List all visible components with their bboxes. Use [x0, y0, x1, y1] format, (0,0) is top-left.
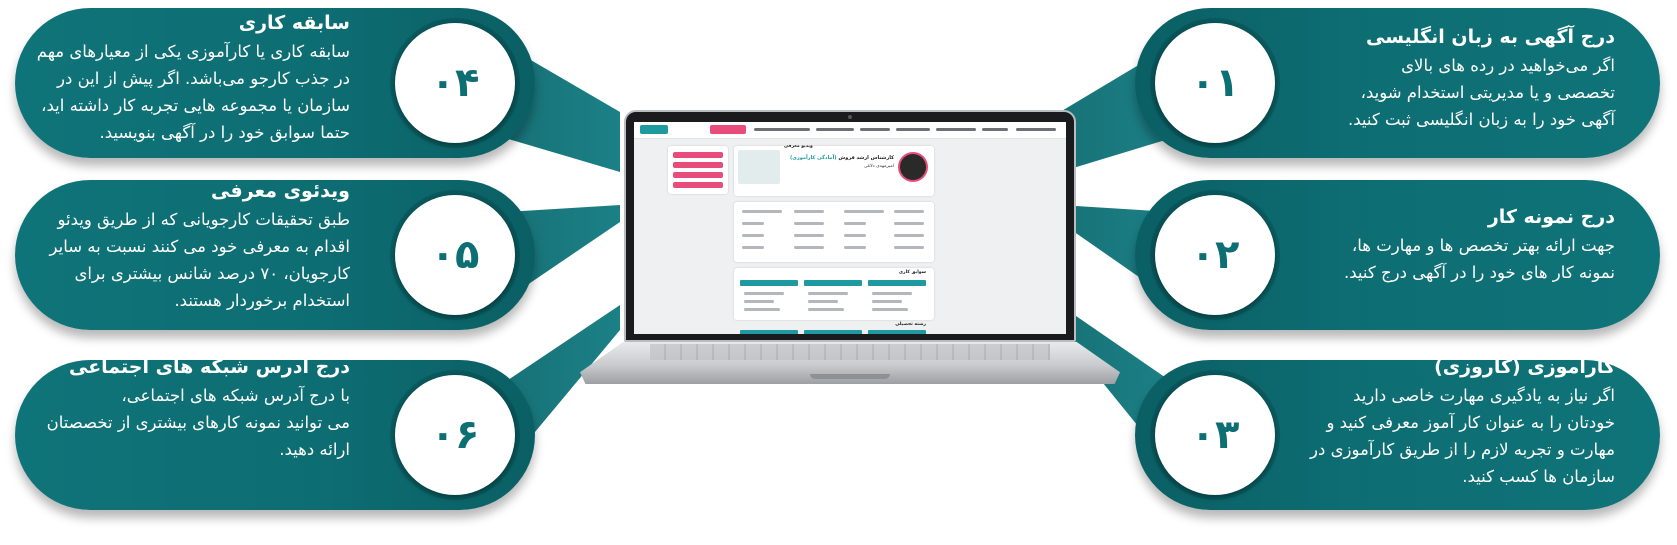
feature-line: آگهی خود را به زبان انگلیسی ثبت کنید. [1348, 110, 1615, 129]
mini-edu-label: رشته تحصیلی [895, 322, 926, 327]
feature-number: ۰۵ [430, 232, 480, 278]
mini-history-block: سوابق کاری [734, 268, 934, 320]
feature-line: ارائه دهید. [279, 440, 350, 459]
feature-card-06: ۰۶ درج آدرس شبکه های اجتماعی با درج آدرس… [15, 356, 535, 510]
mini-post-button [710, 125, 746, 134]
feature-line: سازمان ها کسب کنید. [1462, 467, 1615, 486]
feature-line: طبق تحقیقات کارجویانی که از طریق ویدئو [57, 210, 350, 229]
feature-line: اگر نیاز به یادگیری مهارت خاصی دارید [1353, 386, 1615, 405]
feature-number: ۰۲ [1190, 232, 1240, 278]
feature-line: در جذب کارجو می‌باشد. اگر پیش از این در [57, 69, 350, 88]
laptop-notch [810, 374, 890, 379]
feature-number: ۰۶ [430, 412, 480, 458]
feature-title: درج نمونه کار [1487, 206, 1615, 228]
feature-number: ۰۱ [1190, 60, 1240, 106]
mini-video-thumb [738, 150, 780, 184]
feature-line: سابقه کاری یا کارآموزی یکی از معیارهای م… [36, 42, 350, 61]
number-badge: ۰۳ [1155, 375, 1275, 495]
laptop-lid: کارشناس ارشد فروش (آمادگی کارآموزی) امیر… [624, 110, 1076, 342]
feature-number: ۰۳ [1190, 412, 1240, 458]
feature-title: کارآموزی (کاروزی) [1434, 356, 1615, 378]
laptop-mockup: کارشناس ارشد فروش (آمادگی کارآموزی) امیر… [580, 110, 1120, 400]
feature-card-03: ۰۳ کارآموزی (کاروزی) اگر نیاز به یادگیری… [1135, 356, 1660, 510]
feature-line: جهت ارائه بهتر تخصص ها و مهارت ها، [1351, 236, 1615, 255]
feature-line: کارجویان، ۷۰ درصد شانس بیشتری برای [74, 264, 350, 283]
feature-card-02: ۰۲ درج نمونه کار جهت ارائه بهتر تخصص ها … [1135, 180, 1660, 330]
feature-line: استخدام برخوردار هستند. [174, 291, 350, 310]
mini-info-block [734, 202, 934, 262]
feature-line: خودتان را به عنوان کار آموز معرفی کنید و [1326, 413, 1615, 432]
mini-avatar [900, 154, 926, 180]
feature-card-05: ۰۵ ویدئوی معرفی طبق تحقیقات کارجویانی که… [15, 180, 535, 330]
mini-video-label: ویدیو معرفی [784, 144, 813, 149]
mini-navbar [634, 122, 1066, 139]
feature-line: با درج آدرس شبکه های اجتماعی، [121, 386, 350, 405]
feature-line: مهارت و تجربه لازم را از طریق کارآموزی د… [1310, 440, 1615, 459]
feature-title: درج آگهی به زبان انگلیسی [1365, 26, 1615, 48]
camera-dot [848, 115, 852, 119]
laptop-screen: کارشناس ارشد فروش (آمادگی کارآموزی) امیر… [634, 122, 1066, 334]
mini-profile-sub: امیرمهدی دلاغی [864, 164, 894, 169]
feature-line: اگر می‌خواهید در رده های بالای [1401, 56, 1615, 75]
feature-line: تخصصی و یا مدیریتی استخدام شوید، [1360, 83, 1615, 102]
number-badge: ۰۵ [395, 195, 515, 315]
feature-line: اقدام به معرفی خود می کنند نسبت به سایر [49, 237, 351, 256]
mini-profile-card: کارشناس ارشد فروش (آمادگی کارآموزی) امیر… [734, 144, 934, 196]
mini-profile-name: کارشناس ارشد فروش [838, 155, 894, 161]
feature-line: نمونه کار های خود را در آگهی درج کنید. [1344, 263, 1615, 282]
number-badge: ۰۴ [395, 23, 515, 143]
mini-history-label: سوابق کاری [898, 270, 926, 275]
mini-profile-tag: (آمادگی کارآموزی) [789, 155, 837, 161]
feature-line: سازمان یا مجموعه هایی تجربه کار داشته ای… [41, 96, 350, 115]
feature-card-01: ۰۱ درج آگهی به زبان انگلیسی اگر می‌خواهی… [1135, 8, 1660, 158]
feature-line: حتما سوابق خود را در آگهی بنویسید. [99, 123, 350, 142]
number-badge: ۰۲ [1155, 195, 1275, 315]
mini-sidebar [668, 146, 728, 194]
number-badge: ۰۱ [1155, 23, 1275, 143]
feature-number: ۰۴ [430, 60, 480, 106]
feature-title: درج آدرس شبکه های اجتماعی [68, 356, 350, 378]
feature-card-04: ۰۴ سابقه کاری سابقه کاری یا کارآموزی یکی… [15, 8, 535, 158]
feature-title: ویدئوی معرفی [211, 180, 350, 202]
feature-line: می توانید نمونه کارهای بیشتری از تخصصتان [46, 413, 350, 432]
number-badge: ۰۶ [395, 375, 515, 495]
feature-title: سابقه کاری [238, 12, 350, 34]
laptop-keyboard [650, 344, 1050, 360]
mini-login-button [640, 125, 668, 134]
